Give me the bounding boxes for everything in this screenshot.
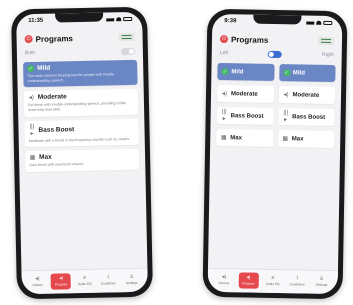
left-program-mild[interactable]: ✓ Mild — [217, 62, 275, 81]
wifi-icon — [316, 20, 322, 25]
check-icon: ✓ — [221, 68, 229, 76]
page-title: Programs — [230, 34, 269, 45]
tab-volume[interactable]: ◂) Volume — [27, 274, 47, 290]
left-program-moderate[interactable]: ◂) Moderate — [216, 84, 274, 103]
program-desc: Moderate with a boost in low frequency s… — [28, 136, 131, 143]
side-label-left: Left — [219, 50, 229, 57]
tab-conditions[interactable]: ⌇ Conditions — [98, 272, 118, 288]
grid-icon: ▦ — [29, 155, 36, 162]
battery-icon — [323, 20, 333, 25]
settings-sliders-icon[interactable] — [317, 36, 335, 46]
right-program-bass-boost[interactable]: |||▸ Bass Boost — [278, 108, 335, 127]
speaker-wave-icon: ◂) — [28, 95, 34, 102]
notch — [253, 14, 302, 25]
battery-icon — [123, 16, 133, 22]
eq-icon: ≡ — [83, 274, 87, 282]
speaker-wave-icon: ◂) — [283, 92, 289, 99]
tab-settings[interactable]: ♙ Settings — [311, 274, 331, 290]
program-name: Max — [39, 153, 52, 162]
tab-conditions[interactable]: ⌇ Conditions — [287, 273, 307, 289]
program-name: Moderate — [37, 93, 67, 102]
side-label-right: Right — [321, 51, 334, 59]
program-name: Mild — [37, 64, 51, 72]
program-card-mild[interactable]: ✓ Mild The most common hearing loss for … — [23, 59, 138, 88]
program-card-bass-boost[interactable]: |||▸ Bass Boost Moderate with a boost in… — [24, 118, 139, 148]
signal-icon — [106, 17, 115, 22]
right-screen: 9:39 ⏻ Programs Left Right ✓ Mild ✓ Mild ◂… — [207, 13, 343, 295]
right-program-max[interactable]: ▦ Max — [277, 130, 335, 149]
check-icon: ✓ — [282, 69, 290, 77]
status-time: 11:35 — [28, 17, 44, 25]
waveform-icon: ◂| — [246, 274, 251, 281]
ear-toggle[interactable] — [120, 47, 135, 55]
chart-icon: ⌇ — [106, 274, 110, 281]
left-screen: 11:35 ⏻ Programs Both ✓ Mild The most co… — [16, 11, 148, 295]
person-icon: ♙ — [129, 273, 135, 281]
program-desc: The most common hearing loss for people … — [27, 72, 114, 83]
grid-icon: ▦ — [282, 136, 289, 143]
tab-program[interactable]: ◂| Program — [238, 272, 259, 289]
left-phone: 11:35 ⏻ Programs Both ✓ Mild The most co… — [10, 6, 154, 300]
program-grid: ✓ Mild ✓ Mild ◂) Moderate ◂) Moderate |||▸ Ba… — [210, 60, 342, 151]
eq-icon: ≡ — [271, 274, 275, 282]
side-label-both: Both — [24, 49, 36, 57]
tab-bar: ◂) Volume ◂| Program ≡ Audio EQ ⌇ Conditions… — [21, 267, 148, 295]
speaker-icon: ◂) — [35, 275, 40, 283]
tab-audio-eq[interactable]: ≡ Audio EQ — [74, 273, 94, 289]
signal-icon — [306, 20, 315, 25]
chart-icon: ⌇ — [295, 275, 299, 282]
tab-bar: ◂) Volume ◂| Program ≡ Audio EQ ⌇ Conditions… — [207, 267, 338, 295]
left-program-bass-boost[interactable]: |||▸ Bass Boost — [216, 106, 274, 125]
grid-icon: ▦ — [220, 135, 227, 142]
status-time: 9:39 — [224, 18, 237, 25]
program-card-moderate[interactable]: ◂) Moderate For those with trouble under… — [23, 89, 139, 117]
program-card-max[interactable]: ▦ Max Gain boost with maximum volume. — [24, 149, 140, 173]
program-list: ✓ Mild The most common hearing loss for … — [17, 58, 145, 175]
tab-settings[interactable]: ♙ Settings — [122, 272, 142, 288]
bass-bars-icon: |||▸ — [221, 109, 227, 123]
power-icon[interactable]: ⏻ — [219, 35, 229, 44]
bass-bars-icon: |||▸ — [283, 110, 289, 124]
left-program-max[interactable]: ▦ Max — [216, 128, 273, 147]
program-desc: Gain boost with maximum volume. — [29, 162, 85, 168]
right-phone: 9:39 ⏻ Programs Left Right ✓ Mild ✓ Mild ◂… — [202, 8, 348, 300]
program-name: Bass Boost — [38, 125, 75, 134]
person-icon: ♙ — [319, 275, 324, 282]
program-desc: For those with trouble understanding spe… — [27, 101, 126, 113]
page-title: Programs — [35, 33, 74, 44]
app-header: ⏻ Programs — [212, 28, 342, 48]
wifi-icon — [116, 17, 122, 22]
tab-program[interactable]: ◂| Program — [50, 273, 72, 290]
notch — [55, 12, 104, 23]
tab-volume[interactable]: ◂) Volume — [214, 272, 234, 288]
speaker-icon: ◂) — [221, 274, 227, 281]
bass-bars-icon: |||▸ — [29, 123, 35, 137]
speaker-wave-icon: ◂) — [221, 91, 228, 98]
right-program-moderate[interactable]: ◂) Moderate — [278, 86, 336, 105]
power-icon[interactable]: ⏻ — [24, 35, 33, 44]
right-program-mild[interactable]: ✓ Mild — [278, 64, 336, 83]
settings-sliders-icon[interactable] — [118, 32, 135, 42]
check-icon: ✓ — [27, 64, 35, 73]
tab-audio-eq[interactable]: ≡ Audio EQ — [263, 273, 283, 289]
waveform-icon: ◂| — [59, 275, 63, 282]
ear-toggle[interactable] — [268, 50, 283, 58]
